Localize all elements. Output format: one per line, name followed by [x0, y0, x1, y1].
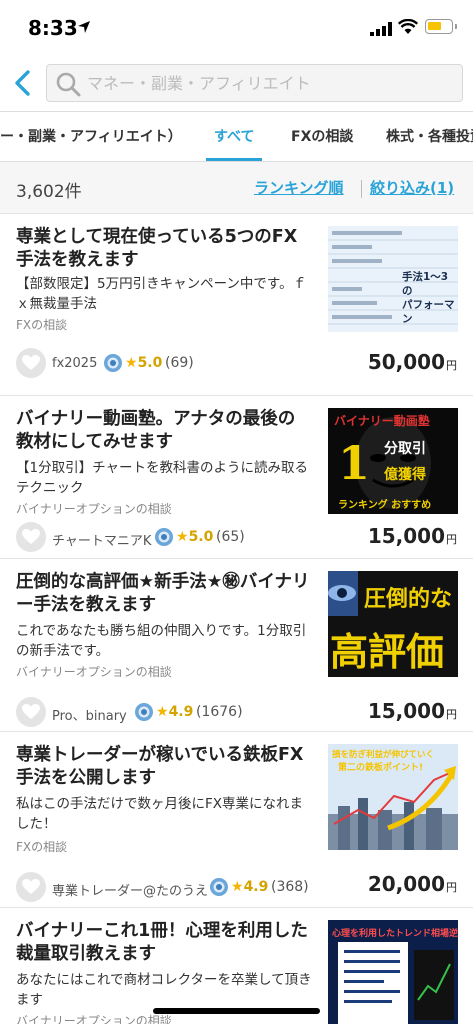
- listing-title[interactable]: バイナリーこれ1冊！心理を利用した裁量取引教えます: [16, 920, 312, 966]
- listing-description: これであなたも勝ち組の仲間入りです。1分取引の新手法です。: [16, 623, 307, 659]
- listing-thumbnail[interactable]: 手法1〜3の パフォーマン: [328, 226, 458, 332]
- listing-item[interactable]: 専業として現在使っている5つのFX手法を教えます 【部数限定】5万円引きキャンペ…: [0, 214, 473, 396]
- listing-description: 【1分取引】チャートを教科書のように読み取るテクニック: [16, 460, 308, 496]
- status-time: 8:33: [28, 16, 78, 40]
- rating: ★5.0: [125, 355, 163, 371]
- listing-title[interactable]: 専業トレーダーが稼いでいる鉄板FX手法を公開します: [16, 744, 312, 790]
- listing-thumbnail[interactable]: 圧倒的な 高評価: [328, 571, 458, 677]
- category-tabs: ー・副業・アフィリエイト） すべて FXの相談 株式・各種投資: [0, 112, 473, 162]
- thumbnail-caption: 手法1〜3の パフォーマン: [402, 271, 455, 325]
- listing-title[interactable]: 専業として現在使っている5つのFX手法を教えます: [16, 226, 312, 272]
- listing-thumbnail[interactable]: 心理を利用したトレンド相場逆張り: [328, 920, 458, 1024]
- favorite-button[interactable]: [16, 348, 46, 378]
- thumbnail-caption: 心理を利用したトレンド相場逆張り: [332, 929, 458, 939]
- listing-description: あなたにはこれで商材コレクターを卒業して頂きます: [16, 972, 312, 1008]
- location-arrow-icon: [78, 21, 90, 33]
- listing-item[interactable]: 専業トレーダーが稼いでいる鉄板FX手法を公開します 私はこの手法だけで数ヶ月後に…: [0, 732, 473, 908]
- filter-link[interactable]: 絞り込み(1): [370, 177, 454, 198]
- favorite-button[interactable]: [16, 522, 46, 552]
- divider: [361, 180, 362, 198]
- listing-price: 50,000円: [367, 350, 457, 374]
- star-icon: ★: [231, 879, 244, 895]
- rating: ★5.0: [176, 529, 214, 545]
- search-icon: [56, 72, 81, 97]
- heart-icon: [22, 529, 40, 544]
- star-icon: ★: [156, 704, 169, 720]
- tab-all[interactable]: すべて: [214, 126, 254, 146]
- status-bar: 8:33: [0, 0, 473, 58]
- listing-description: 【部数限定】5万円引きキャンペーン中です。ｆｘ無裁量手法: [16, 276, 307, 312]
- sort-ranking-link[interactable]: ランキング順: [254, 177, 344, 198]
- tab-fx-consult[interactable]: FXの相談: [291, 126, 353, 146]
- active-tab-indicator: [206, 158, 262, 161]
- listing-price: 15,000円: [367, 524, 457, 548]
- favorite-button[interactable]: [16, 697, 46, 727]
- tab-money-side-job[interactable]: ー・副業・アフィリエイト）: [0, 126, 182, 146]
- listing-category: バイナリーオプションの相談: [16, 502, 172, 516]
- heart-icon: [22, 879, 40, 894]
- listing-price: 15,000円: [367, 699, 457, 723]
- heart-icon: [22, 704, 40, 719]
- tab-stocks-investment[interactable]: 株式・各種投資: [386, 126, 473, 146]
- listing-category: バイナリーオプションの相談: [16, 665, 172, 679]
- back-chevron-icon[interactable]: [8, 66, 36, 100]
- star-icon: ★: [176, 529, 189, 545]
- listing-thumbnail[interactable]: バイナリー動画塾 1 分取引 億獲得 ランキング おすすめ: [328, 408, 458, 514]
- listing-item[interactable]: バイナリー動画塾。アナタの最後の教材にしてみせます 【1分取引】チャートを教科書…: [0, 396, 473, 559]
- seller-name[interactable]: チャートマニアK: [52, 530, 151, 549]
- seller-rank-badge-icon: [104, 354, 122, 372]
- listing-item[interactable]: 圧倒的な高評価★新手法★㊙バイナリー手法を教えます これであなたも勝ち組の仲間入…: [0, 559, 473, 732]
- listing-title[interactable]: バイナリー動画塾。アナタの最後の教材にしてみせます: [16, 408, 312, 454]
- rating: ★4.9: [231, 879, 269, 895]
- wifi-icon: [398, 19, 418, 34]
- results-bar: 3,602件 ランキング順 絞り込み(1): [0, 162, 473, 214]
- heart-icon: [22, 355, 40, 370]
- thumbnail-caption: バイナリー動画塾 1 分取引 億獲得 ランキング おすすめ: [334, 414, 432, 511]
- listing-category: FXの相談: [16, 840, 68, 854]
- search-box[interactable]: [46, 64, 463, 102]
- seller-rank-badge-icon: [135, 703, 153, 721]
- search-header: [0, 58, 473, 112]
- cellular-signal-icon: [370, 22, 392, 36]
- seller-rank-badge-icon: [210, 878, 228, 896]
- listing-thumbnail[interactable]: 損を防ぎ利益が伸びていく 第二の鉄板ポイント!: [328, 744, 458, 850]
- battery-icon: [425, 19, 457, 34]
- review-count: (1676): [196, 704, 243, 720]
- review-count: (368): [271, 879, 309, 895]
- seller-rank-badge-icon: [155, 528, 173, 546]
- seller-name[interactable]: fx2025: [52, 356, 97, 371]
- star-icon: ★: [125, 355, 138, 371]
- review-count: (65): [216, 529, 245, 545]
- seller-name[interactable]: Pro、binary: [52, 705, 127, 724]
- seller-name[interactable]: 専業トレーダー@たのうえ: [52, 880, 208, 899]
- search-input[interactable]: [87, 65, 457, 101]
- listing-category: FXの相談: [16, 318, 68, 332]
- rating: ★4.9: [156, 704, 194, 720]
- results-count: 3,602件: [16, 182, 82, 202]
- home-indicator[interactable]: [153, 1008, 320, 1014]
- listing-item[interactable]: バイナリーこれ1冊！心理を利用した裁量取引教えます あなたにはこれで商材コレクタ…: [0, 908, 473, 1024]
- thumbnail-caption: 圧倒的な 高評価: [330, 587, 453, 674]
- listing-category: バイナリーオプションの相談: [16, 1014, 172, 1024]
- listing-description: 私はこの手法だけで数ヶ月後にFX専業になれました！: [16, 796, 304, 832]
- listing-title[interactable]: 圧倒的な高評価★新手法★㊙バイナリー手法を教えます: [16, 571, 312, 617]
- listing-price: 20,000円: [367, 872, 457, 896]
- favorite-button[interactable]: [16, 872, 46, 902]
- review-count: (69): [165, 355, 194, 371]
